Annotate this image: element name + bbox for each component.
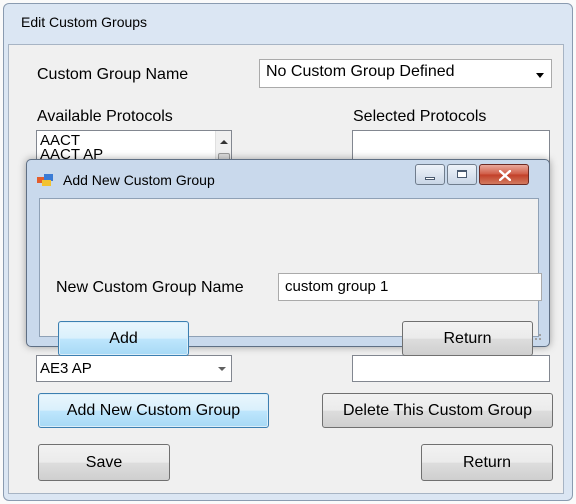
resize-grip[interactable] [535,338,537,340]
add-new-custom-group-dialog: Add New Custom Group New Custom Group Na… [26,159,550,356]
save-label: Save [85,453,123,471]
dialog-return-label: Return [443,329,492,347]
return-button[interactable]: Return [421,444,553,481]
form-icon [37,174,53,186]
dialog-return-button[interactable]: Return [402,321,533,356]
scroll-up-icon[interactable] [220,140,228,144]
save-button[interactable]: Save [38,444,170,481]
minimize-icon [425,177,435,180]
custom-group-name-label: Custom Group Name [37,66,189,83]
resize-grip[interactable] [539,334,541,336]
resize-grip[interactable] [539,338,541,340]
selected-protocols-list-lower[interactable] [352,355,550,382]
new-custom-group-name-value: custom group 1 [285,278,389,295]
custom-group-selected-value: No Custom Group Defined [266,63,455,80]
custom-group-dropdown[interactable]: No Custom Group Defined [259,59,552,88]
close-button[interactable] [479,164,529,185]
maximize-button[interactable] [447,164,477,185]
new-custom-group-name-label: New Custom Group Name [56,279,244,296]
selected-protocols-label: Selected Protocols [353,108,487,125]
delete-custom-group-button[interactable]: Delete This Custom Group [322,393,553,428]
add-button[interactable]: Add [58,321,189,356]
window-title: Edit Custom Groups [21,14,148,30]
delete-custom-group-label: Delete This Custom Group [342,401,533,419]
maximize-icon [457,170,467,178]
dialog-title: Add New Custom Group [63,172,215,188]
protocol-dropdown[interactable]: AE3 AP [36,355,232,382]
add-label: Add [109,329,138,347]
add-new-custom-group-label: Add New Custom Group [66,401,241,419]
protocol-selected-value: AE3 AP [40,360,92,377]
available-protocols-label: Available Protocols [37,108,173,125]
chevron-down-icon[interactable] [536,73,544,78]
close-icon [499,170,511,181]
new-custom-group-name-input[interactable]: custom group 1 [278,273,542,301]
dialog-client-area: New Custom Group Name custom group 1 Add… [39,198,542,356]
add-new-custom-group-button[interactable]: Add New Custom Group [38,393,269,428]
minimize-button[interactable] [415,164,445,185]
chevron-down-icon[interactable] [218,367,226,371]
return-label: Return [462,453,512,471]
